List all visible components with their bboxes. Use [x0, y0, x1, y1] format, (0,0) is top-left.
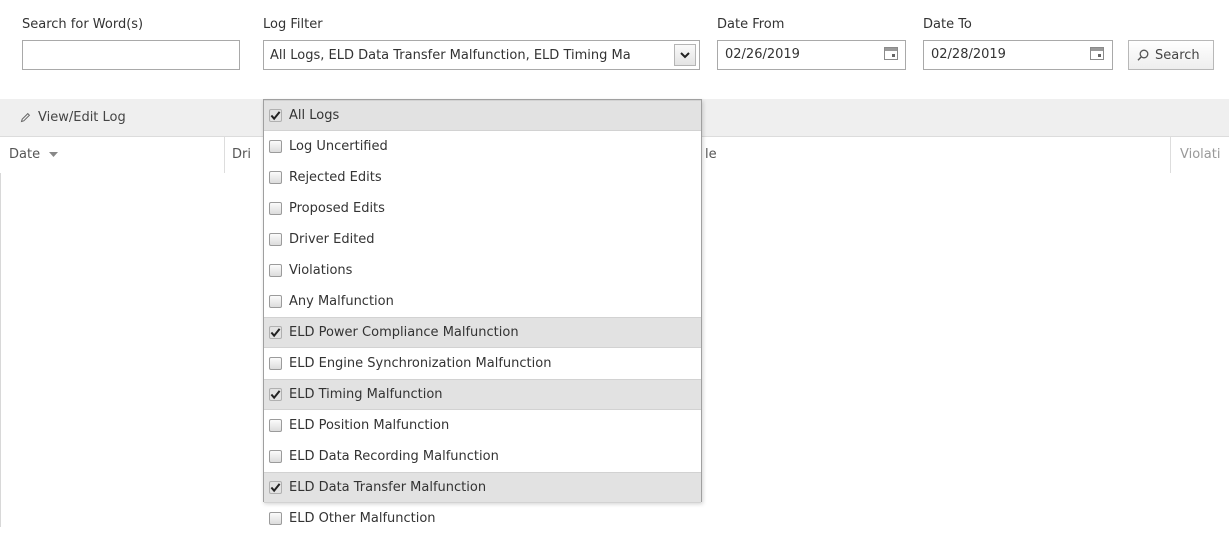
- search-button[interactable]: Search: [1128, 40, 1214, 70]
- log-filter-option[interactable]: ELD Timing Malfunction: [264, 379, 701, 410]
- date-from-field[interactable]: 02/26/2019: [717, 40, 906, 70]
- checkmark-icon: [270, 390, 281, 400]
- log-filter-label: Log Filter: [263, 17, 323, 32]
- checkmark-icon: [270, 328, 281, 338]
- log-filter-option[interactable]: Violations: [264, 255, 701, 286]
- log-filter-option-label: ELD Data Transfer Malfunction: [289, 480, 487, 495]
- log-filter-option[interactable]: Any Malfunction: [264, 286, 701, 317]
- log-filter-option-label: Log Uncertified: [289, 138, 388, 154]
- checkbox[interactable]: [269, 170, 282, 184]
- column-divider: [224, 137, 225, 173]
- checkmark-icon: [270, 483, 281, 493]
- log-filter-option[interactable]: ELD Power Compliance Malfunction: [264, 317, 701, 348]
- date-to-value: 02/28/2019: [931, 47, 1006, 62]
- checkbox-checked[interactable]: [269, 481, 282, 494]
- log-filter-option[interactable]: Proposed Edits: [264, 193, 701, 224]
- date-from-value: 02/26/2019: [725, 47, 800, 62]
- log-filter-option-label: Driver Edited: [289, 231, 375, 247]
- log-filter-option[interactable]: ELD Data Transfer Malfunction: [264, 472, 701, 503]
- date-from-label: Date From: [717, 17, 785, 32]
- column-header-date[interactable]: Date: [9, 147, 59, 162]
- log-filter-option-label: ELD Data Recording Malfunction: [289, 448, 499, 464]
- log-filter-option[interactable]: ELD Data Recording Malfunction: [264, 441, 701, 472]
- checkbox[interactable]: [269, 511, 282, 525]
- log-filter-option-label: Any Malfunction: [289, 293, 394, 309]
- checkbox-checked[interactable]: [269, 326, 282, 339]
- column-header-date-label: Date: [9, 147, 41, 162]
- log-filter-option-label: ELD Other Malfunction: [289, 510, 436, 526]
- checkbox[interactable]: [269, 294, 282, 308]
- log-filter-option-label: ELD Engine Synchronization Malfunction: [289, 355, 552, 371]
- log-filter-select[interactable]: All Logs, ELD Data Transfer Malfunction,…: [263, 40, 700, 70]
- log-filter-option-label: Rejected Edits: [289, 169, 382, 185]
- log-filter-option-label: ELD Power Compliance Malfunction: [289, 325, 519, 340]
- search-icon: [1137, 49, 1149, 61]
- log-filter-value: All Logs, ELD Data Transfer Malfunction,…: [270, 47, 631, 63]
- sort-down-icon: [49, 151, 59, 157]
- calendar-icon[interactable]: [884, 47, 898, 60]
- log-filter-option[interactable]: Rejected Edits: [264, 162, 701, 193]
- column-header-driver[interactable]: Dri: [232, 147, 251, 162]
- view-edit-log-label: View/Edit Log: [38, 110, 126, 125]
- column-divider: [1170, 137, 1171, 173]
- column-header-violations[interactable]: Violati: [1180, 147, 1220, 162]
- log-filter-option-label: ELD Position Malfunction: [289, 417, 450, 433]
- date-to-label: Date To: [923, 17, 972, 32]
- checkbox[interactable]: [269, 201, 282, 215]
- log-filter-option[interactable]: All Logs: [264, 100, 701, 131]
- chevron-down-icon[interactable]: [674, 44, 696, 66]
- search-input[interactable]: [22, 40, 240, 70]
- checkbox-checked[interactable]: [269, 388, 282, 401]
- checkbox-checked[interactable]: [269, 109, 282, 122]
- log-filter-option-label: All Logs: [289, 108, 340, 123]
- date-to-field[interactable]: 02/28/2019: [923, 40, 1113, 70]
- log-filter-option[interactable]: ELD Engine Synchronization Malfunction: [264, 348, 701, 379]
- view-edit-log-button[interactable]: View/Edit Log: [20, 110, 126, 125]
- log-filter-option-label: Proposed Edits: [289, 200, 385, 216]
- calendar-icon[interactable]: [1090, 47, 1104, 60]
- checkbox[interactable]: [269, 139, 282, 153]
- checkbox[interactable]: [269, 232, 282, 246]
- search-button-label: Search: [1155, 47, 1200, 63]
- checkbox[interactable]: [269, 356, 282, 370]
- checkbox[interactable]: [269, 418, 282, 432]
- log-filter-option-label: ELD Timing Malfunction: [289, 387, 443, 402]
- log-filter-option[interactable]: ELD Other Malfunction: [264, 503, 701, 534]
- search-label: Search for Word(s): [22, 17, 144, 32]
- pencil-icon: [20, 112, 31, 123]
- log-filter-option[interactable]: ELD Position Malfunction: [264, 410, 701, 441]
- checkbox[interactable]: [269, 449, 282, 463]
- log-filter-option[interactable]: Log Uncertified: [264, 131, 701, 162]
- checkbox[interactable]: [269, 263, 282, 277]
- log-filter-option-label: Violations: [289, 262, 353, 278]
- checkmark-icon: [270, 111, 281, 121]
- log-filter-option[interactable]: Driver Edited: [264, 224, 701, 255]
- log-filter-dropdown: All Logs Log Uncertified Rejected Edits Pro…: [263, 99, 702, 526]
- column-header-vehicle[interactable]: le: [705, 147, 717, 162]
